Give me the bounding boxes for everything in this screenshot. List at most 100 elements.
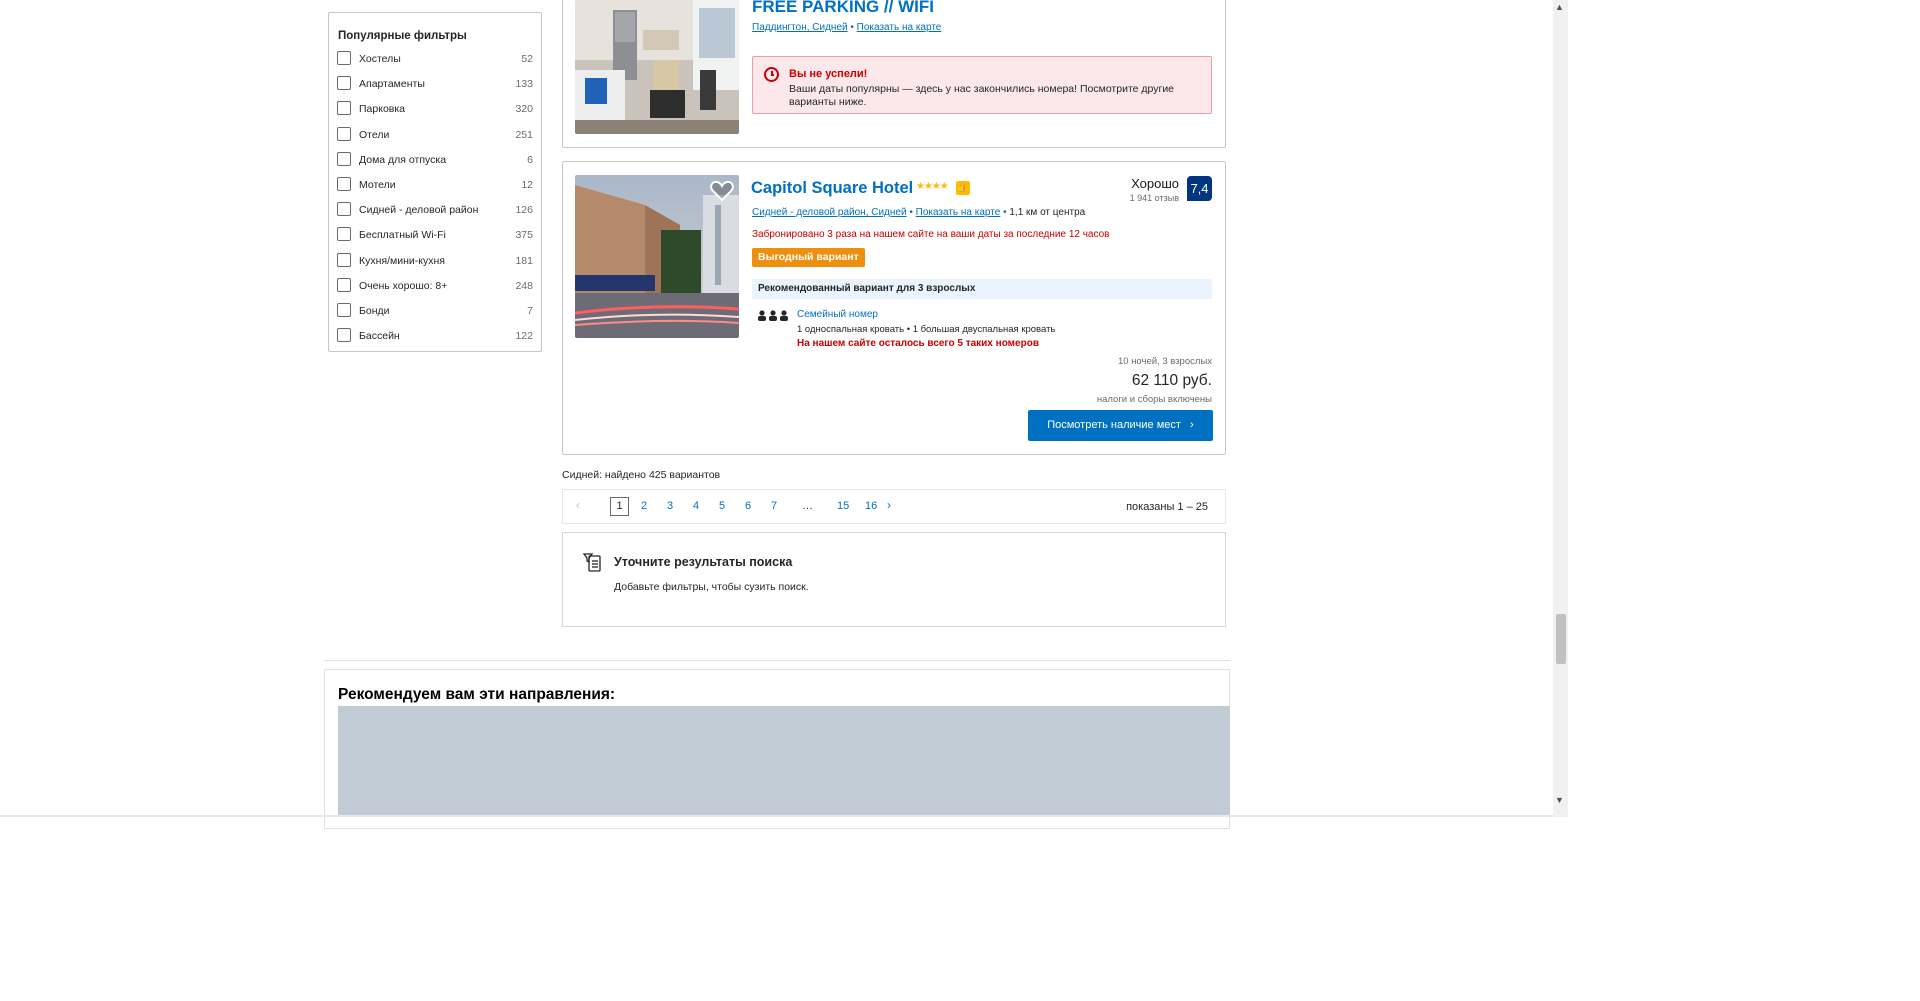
filter-list-icon [582,552,602,577]
filter-label: Очень хорошо: 8+ [359,279,448,292]
filter-label: Апартаменты [359,78,425,91]
see-availability-label: Посмотреть наличие мест [1047,419,1181,431]
checkbox[interactable] [337,101,351,116]
filter-count: 126 [515,204,533,217]
filters-title: Популярные фильтры [338,30,467,42]
filter-label: Бесплатный Wi-Fi [359,229,446,242]
review-score-badge[interactable]: 7,4 [1187,176,1212,201]
filter-option[interactable]: Сидней - деловой район 126 [337,202,533,220]
page-current: 1 [610,497,629,516]
see-availability-button[interactable]: Посмотреть наличие мест › [1028,410,1213,441]
price: 62 110 руб. [1131,372,1212,389]
checkbox[interactable] [337,51,351,65]
refine-search-box [562,532,1226,627]
page-link[interactable]: 15 [837,500,849,512]
checkbox[interactable] [337,202,351,217]
checkbox[interactable] [337,151,351,166]
filter-option[interactable]: Кухня/мини-кухня 181 [337,252,533,271]
filter-option[interactable]: Хостелы 52 [337,51,533,69]
persons-icon [758,308,790,326]
filter-count: 375 [515,229,533,242]
filter-label: Хостелы [359,53,401,65]
filter-option[interactable]: Отели 251 [337,126,533,145]
thumbs-up-icon: 👍 [956,181,970,195]
page-link[interactable]: 3 [667,500,673,512]
location-link[interactable]: Паддингтон, Сидней [752,22,848,33]
checkbox[interactable] [337,126,351,141]
sold-out-alert: Вы не успели! Ваши даты популярны — здес… [752,56,1212,114]
filter-count: 52 [521,53,533,65]
chevron-right-icon: › [1184,419,1194,431]
page-link[interactable]: 5 [719,500,725,512]
room-name-link[interactable]: Семейный номер [797,309,878,320]
recommended-destinations-title: Рекомендуем вам эти направления: [338,686,616,703]
scroll-down-arrow-icon[interactable]: ▼ [1555,795,1564,805]
checkbox[interactable] [337,277,351,292]
show-on-map-link[interactable]: Показать на карте [916,207,1001,218]
filter-label: Бассейн [359,330,400,343]
filter-count: 12 [521,179,533,191]
recent-bookings-note: Забронировано 3 раза на нашем сайте на в… [752,229,1110,240]
chevron-right-icon[interactable]: › [887,498,891,512]
page-link[interactable]: 7 [771,500,777,512]
property-title[interactable]: Capitol Square Hotel [751,179,913,198]
sold-out-text: Ваши даты популярны — здесь у нас законч… [789,83,1175,108]
refine-text: Добавьте фильтры, чтобы сузить поиск. [614,581,809,593]
page-link[interactable]: 6 [745,500,751,512]
filter-label: Парковка [359,103,406,116]
page-ellipsis: … [802,500,813,512]
scroll-up-arrow-icon[interactable]: ▲ [1555,2,1564,12]
deal-badge: Выгодный вариант [752,248,865,267]
show-on-map-link[interactable]: Показать на карте [857,22,942,33]
filter-count: 251 [515,128,533,141]
review-score-label[interactable]: Хорошо [1131,176,1179,191]
filter-label: Мотели [359,179,396,191]
checkbox[interactable] [337,76,351,91]
page-link[interactable]: 16 [865,500,877,512]
checkbox[interactable] [337,227,351,242]
filter-option[interactable]: Апартаменты 133 [337,76,533,94]
filter-count: 248 [515,279,533,292]
filter-option[interactable]: Мотели 12 [337,177,533,195]
destination-image[interactable] [338,706,1230,817]
taxes-note: налоги и сборы включены [1096,394,1212,405]
clock-icon [764,67,779,82]
filter-count: 320 [515,103,533,116]
page-link[interactable]: 2 [641,500,647,512]
filter-option[interactable]: Парковка 320 [337,101,533,119]
rooms-left-warning: На нашем сайте осталось всего 5 таких но… [797,338,1039,349]
bed-types: 1 односпальная кровать • 1 большая двусп… [797,324,1056,335]
filter-option[interactable]: Бонди 7 [337,303,533,321]
refine-title: Уточните результаты поиска [614,555,793,569]
filter-count: 122 [515,330,533,343]
filter-count: 7 [527,305,533,317]
checkbox[interactable] [337,177,351,191]
filter-label: Кухня/мини-кухня [359,254,445,267]
section-divider [324,660,1230,661]
filter-option[interactable]: Очень хорошо: 8+ 248 [337,277,533,296]
filter-option[interactable]: Дома для отпуска 6 [337,151,533,170]
filter-count: 181 [515,254,533,267]
showing-range: показаны 1 – 25 [1126,501,1208,513]
heart-icon[interactable] [710,180,734,202]
checkbox[interactable] [337,328,351,343]
location-link[interactable]: Сидней - деловой район, Сидней [752,207,907,218]
property-title[interactable]: FREE PARKING // WIFI [752,0,934,17]
checkbox[interactable] [337,303,351,317]
filter-count: 6 [527,153,533,166]
checkbox[interactable] [337,252,351,267]
review-count[interactable]: 1 941 отзыв [1130,193,1179,203]
filter-option[interactable]: Бесплатный Wi-Fi 375 [337,227,533,245]
page-link[interactable]: 4 [693,500,699,512]
filter-count: 133 [515,78,533,91]
window-bottom-edge [0,815,1553,817]
filter-label: Отели [359,128,390,141]
scrollbar[interactable] [1553,0,1568,817]
filter-option[interactable]: Бассейн 122 [337,328,533,346]
sold-out-title: Вы не успели! [789,68,868,80]
distance-from-center: 1,1 км от центра [1009,207,1086,218]
property-photo[interactable] [575,0,739,134]
filter-label: Бонди [359,305,390,317]
scrollbar-thumb[interactable] [1556,614,1566,664]
chevron-left-icon[interactable]: ‹ [576,498,580,512]
